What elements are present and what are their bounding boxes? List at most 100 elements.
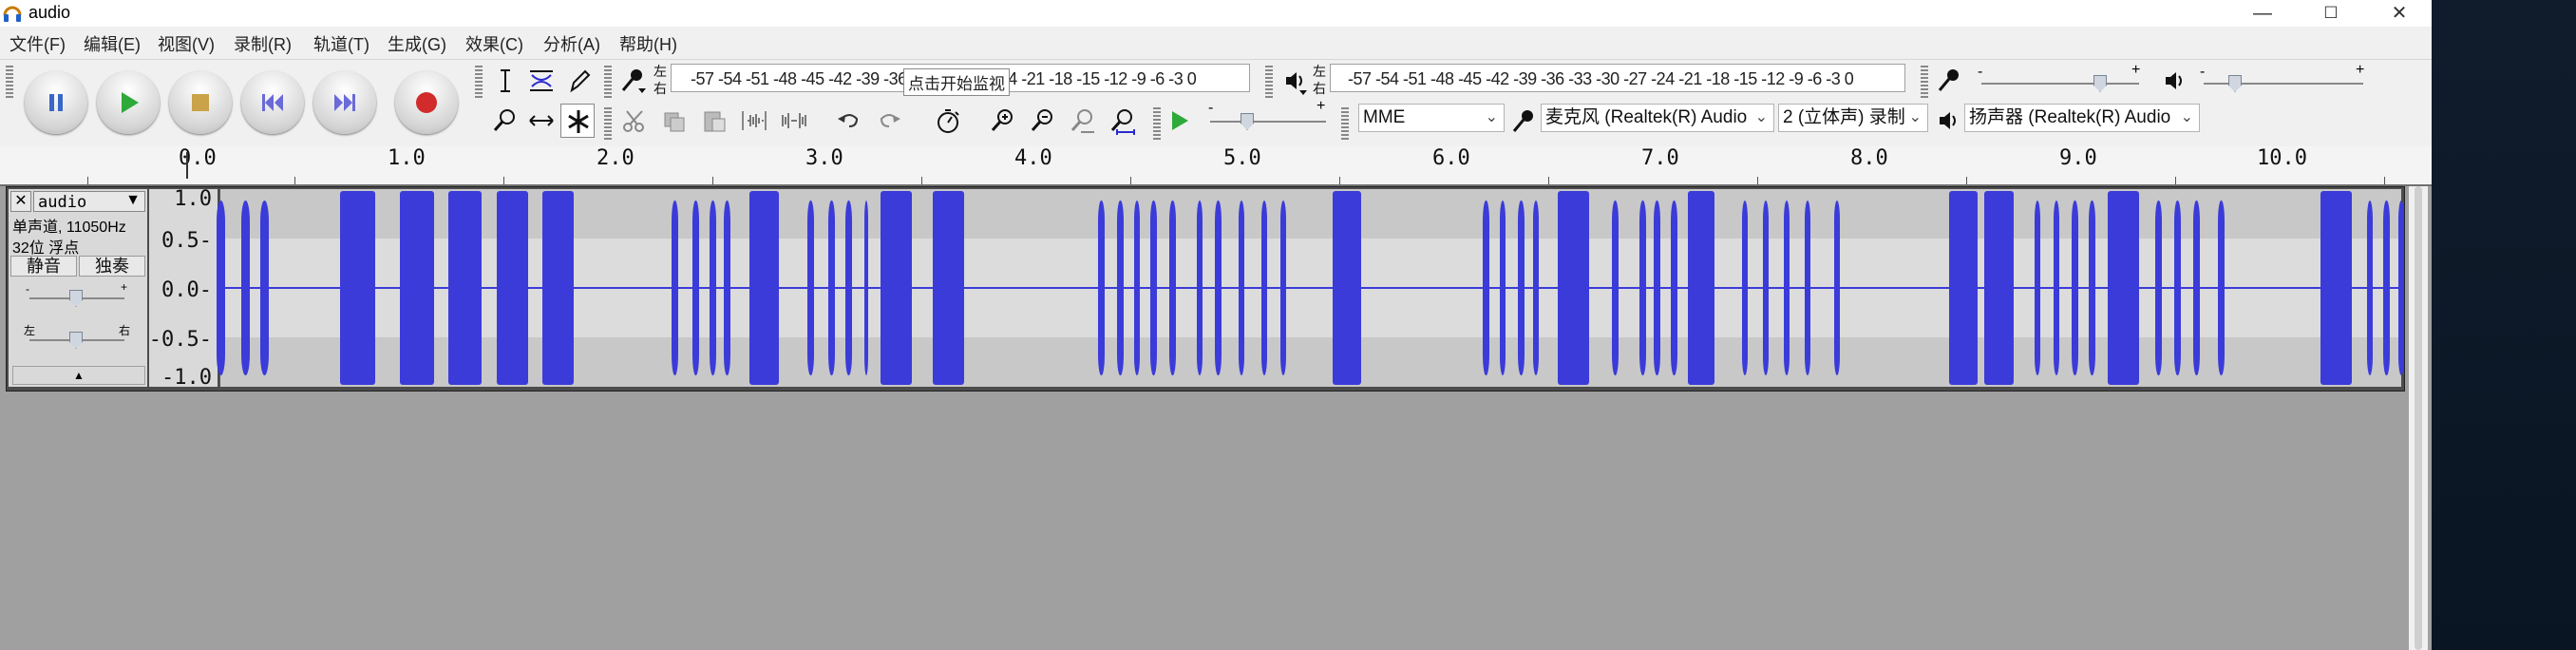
vertical-scrollbar[interactable] <box>2409 186 2428 650</box>
play-button[interactable] <box>97 71 160 134</box>
recording-volume-slider[interactable] <box>1981 83 2139 85</box>
ruler-tick-label: 1.0 <box>388 146 426 170</box>
menu-edit[interactable]: 编辑(E) <box>84 31 141 56</box>
close-track-icon[interactable]: ✕ <box>10 191 31 212</box>
play-at-speed-icon[interactable] <box>1163 104 1197 138</box>
track-name-menu[interactable]: audio ▼ <box>33 191 145 212</box>
envelope-tool-icon[interactable] <box>524 64 559 98</box>
silence-audio-icon[interactable] <box>777 104 811 138</box>
desktop-background <box>2432 0 2576 650</box>
trim-audio-icon[interactable] <box>737 104 771 138</box>
playback-volume-icon <box>2158 64 2192 98</box>
stop-button[interactable] <box>169 71 232 134</box>
playback-device-select[interactable]: 扬声器 (Realtek(R) Audio ⌄ <box>1964 104 2200 132</box>
chevron-down-icon: ⌄ <box>1908 109 1922 125</box>
playback-volume-thumb[interactable] <box>2228 75 2242 92</box>
copy-icon[interactable] <box>657 104 691 138</box>
waveform-clip <box>1612 201 1619 375</box>
timer-icon[interactable] <box>931 104 965 138</box>
menu-effect[interactable]: 效果(C) <box>465 31 523 56</box>
audacity-window: audio — ☐ ✕ 文件(F) 编辑(E) 视图(V) 录制(R) 轨道(T… <box>0 0 2432 650</box>
waveform-clip <box>1762 201 1770 375</box>
zoom-tool-icon[interactable] <box>488 104 522 138</box>
ruler-tick-label: 7.0 <box>1641 146 1679 170</box>
waveform-clip <box>1532 201 1540 375</box>
play-speed-grip[interactable] <box>1153 107 1161 142</box>
collapse-track-icon[interactable]: ▲ <box>12 366 145 385</box>
fit-project-icon[interactable] <box>1106 104 1140 138</box>
close-button[interactable]: ✕ <box>2371 0 2428 27</box>
selection-tool-icon[interactable] <box>488 64 522 98</box>
start-monitoring-label[interactable]: 点击开始监视 <box>903 68 1010 96</box>
waveform-area[interactable] <box>216 189 2405 387</box>
time-shift-tool-icon[interactable] <box>524 104 559 138</box>
ruler-tick <box>1339 177 1340 184</box>
waveform-clip <box>448 191 483 385</box>
maximize-button[interactable]: ☐ <box>2302 0 2359 27</box>
waveform-clip <box>2107 191 2139 385</box>
chevron-down-icon: ⌄ <box>2180 109 2193 125</box>
mute-button[interactable]: 静音 <box>10 256 77 277</box>
edit-grip[interactable] <box>604 107 612 142</box>
rec-meter-grip[interactable] <box>604 66 612 100</box>
recording-device-select[interactable]: 麦克风 (Realtek(R) Audio ⌄ <box>1541 104 1774 132</box>
timeline-ruler[interactable]: 0.0 1.0 2.0 3.0 4.0 5.0 6.0 7.0 8.0 9.0 … <box>0 146 2432 186</box>
play-volume-max: + <box>2356 62 2365 78</box>
skip-to-end-button[interactable] <box>313 71 376 134</box>
recording-volume-thumb[interactable] <box>2093 75 2107 92</box>
microphone-icon[interactable] <box>617 64 652 98</box>
scrollbar-thumb[interactable] <box>2415 186 2422 650</box>
vertical-ruler[interactable]: 1.0 0.5- 0.0- -0.5- -1.0 <box>149 187 218 390</box>
rec-volume-max: + <box>2131 62 2141 78</box>
menu-view[interactable]: 视图(V) <box>158 31 215 56</box>
zoom-in-icon[interactable] <box>986 104 1020 138</box>
play-speed-thumb[interactable] <box>1241 113 1254 130</box>
device-grip[interactable] <box>1341 107 1349 142</box>
gain-thumb[interactable] <box>69 290 83 307</box>
playback-volume-slider[interactable] <box>2204 83 2363 85</box>
multi-tool-icon[interactable] <box>560 104 595 138</box>
cut-icon[interactable] <box>617 104 652 138</box>
waveform-clip <box>1117 201 1124 375</box>
waveform-clip <box>1196 201 1203 375</box>
skip-to-start-button[interactable] <box>241 71 304 134</box>
paste-icon[interactable] <box>697 104 731 138</box>
fit-selection-icon[interactable] <box>1066 104 1100 138</box>
speaker-icon[interactable] <box>1279 64 1313 98</box>
menu-tracks[interactable]: 轨道(T) <box>313 31 369 56</box>
pan-thumb[interactable] <box>69 332 83 349</box>
menu-help[interactable]: 帮助(H) <box>619 31 677 56</box>
play-speed-slider[interactable] <box>1210 121 1326 123</box>
zoom-out-icon[interactable] <box>1026 104 1060 138</box>
menu-file[interactable]: 文件(F) <box>9 31 66 56</box>
playback-meter[interactable]: -57 -54 -51 -48 -45 -42 -39 -36 -33 -30 … <box>1330 64 1905 92</box>
speed-min: - <box>1208 100 1214 116</box>
draw-tool-icon[interactable] <box>560 64 595 98</box>
pause-button[interactable] <box>25 71 87 134</box>
menu-record[interactable]: 录制(R) <box>234 31 292 56</box>
menu-generate[interactable]: 生成(G) <box>388 31 446 56</box>
waveform-clip <box>496 191 528 385</box>
waveform-clip <box>1483 201 1489 375</box>
record-button[interactable] <box>395 71 458 134</box>
minimize-button[interactable]: — <box>2234 0 2291 27</box>
chevron-down-icon: ⌄ <box>1754 109 1768 125</box>
recording-channels-select[interactable]: 2 (立体声) 录制 ⌄ <box>1778 104 1928 132</box>
undo-icon[interactable] <box>832 104 866 138</box>
waveform-clip <box>1133 201 1141 375</box>
play-head[interactable] <box>186 152 188 179</box>
solo-button[interactable]: 独奏 <box>79 256 145 277</box>
transport-grip[interactable] <box>6 66 13 100</box>
tools-grip[interactable] <box>475 66 483 100</box>
mixer-grip[interactable] <box>1921 66 1928 100</box>
menu-analyze[interactable]: 分析(A) <box>543 31 600 56</box>
ruler-tick <box>294 177 295 184</box>
waveform-clip <box>2072 201 2078 375</box>
waveform-clip <box>1332 191 1362 385</box>
waveform-clip <box>2218 201 2225 375</box>
recording-meter[interactable]: -57 -54 -51 -48 -45 -42 -39 -36 -33 -30 … <box>671 64 1250 96</box>
redo-icon[interactable] <box>872 104 906 138</box>
audio-host-select[interactable]: MME ⌄ <box>1358 104 1505 132</box>
play-meter-grip[interactable] <box>1265 66 1273 100</box>
playback-device-value: 扬声器 (Realtek(R) Audio <box>1969 107 2171 127</box>
